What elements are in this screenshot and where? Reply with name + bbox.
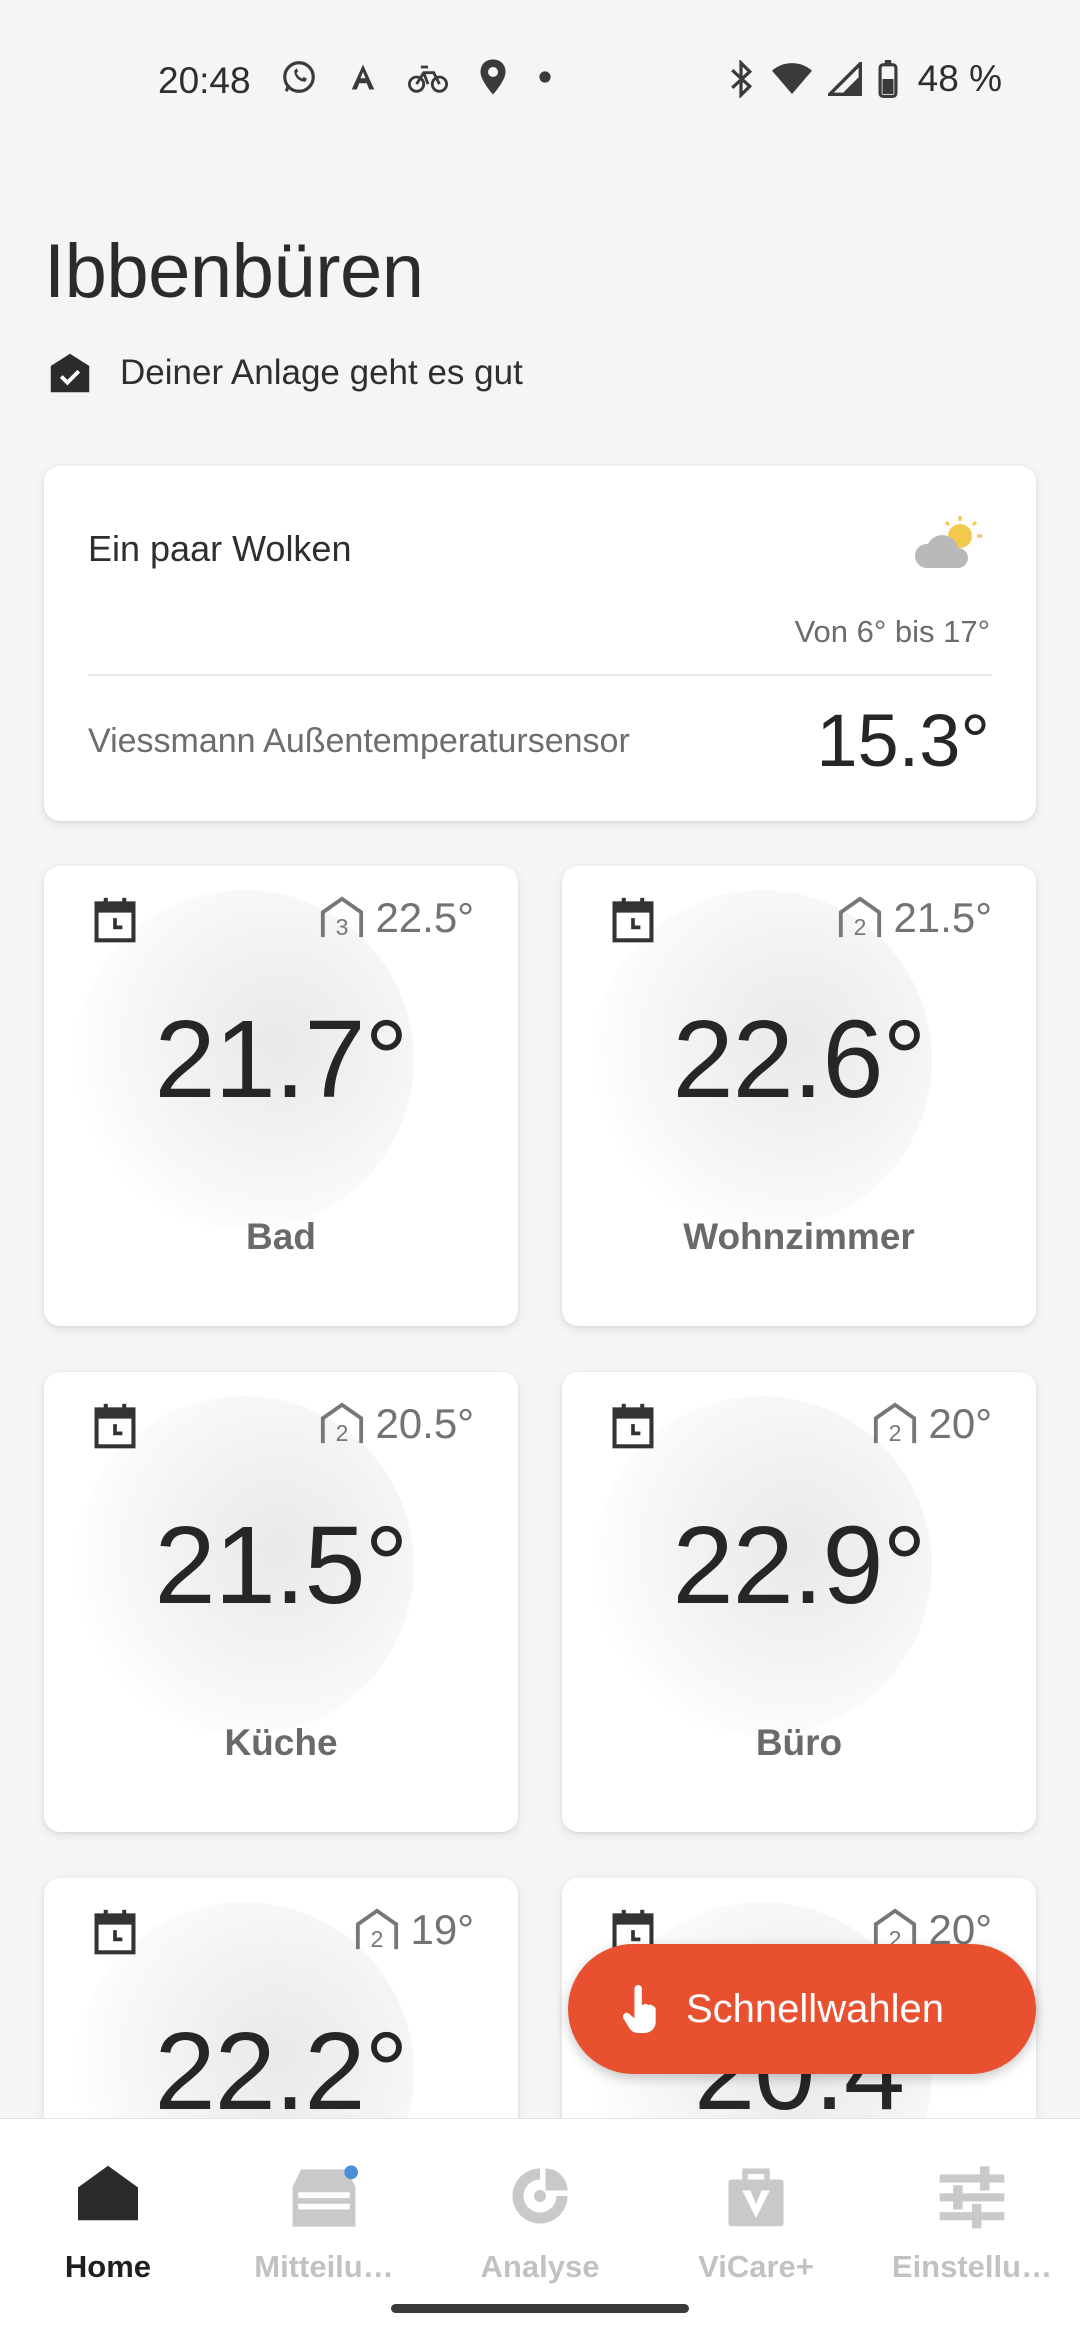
- nav-label: Home: [64, 2249, 152, 2284]
- room-tile[interactable]: 2 20° 22.9° Büro: [562, 1372, 1036, 1832]
- wifi-icon: [771, 63, 812, 94]
- target-temperature-value: 20.5°: [375, 1400, 474, 1447]
- battery-percentage: 48 %: [917, 58, 1002, 99]
- target-temperature: 3 22.5°: [319, 894, 474, 942]
- svg-text:2: 2: [371, 1926, 384, 1952]
- nav-item-home[interactable]: Home: [0, 2141, 216, 2284]
- nav-item-messages[interactable]: Mitteilu…: [216, 2141, 432, 2284]
- target-temperature-value: 22.5°: [375, 894, 474, 941]
- nav-item-vicare-plus[interactable]: ViCare+: [648, 2141, 864, 2284]
- heating-level-icon: 2: [874, 1402, 917, 1446]
- outdoor-temperature: 15.3°: [816, 699, 990, 782]
- app-screen: 20:48 48 % Ibbenbüren Deiner Anlage geht…: [0, 0, 1080, 2340]
- system-status[interactable]: Deiner Anlage geht es gut: [48, 352, 523, 394]
- analysis-icon: [512, 2168, 568, 2224]
- current-temperature: 21.7°: [154, 998, 408, 1121]
- quick-selection-button[interactable]: Schnellwahlen: [568, 1944, 1036, 2074]
- svg-text:3: 3: [336, 914, 349, 940]
- home-icon: [78, 2165, 138, 2221]
- page-title: Ibbenbüren: [44, 229, 424, 314]
- schedule-calendar-icon[interactable]: [610, 896, 656, 944]
- room-name: Büro: [755, 1722, 843, 1763]
- target-temperature: 2 19°: [354, 1906, 474, 1954]
- schedule-calendar-icon[interactable]: [92, 1402, 138, 1450]
- weather-condition: Ein paar Wolken: [88, 528, 352, 569]
- heating-level-icon: 2: [356, 1908, 399, 1952]
- nav-item-settings[interactable]: Einstellu…: [864, 2141, 1080, 2284]
- sliders-icon: [939, 2166, 1005, 2229]
- nav-item-analysis[interactable]: Analyse: [432, 2141, 648, 2284]
- heating-level-icon: 3: [321, 896, 364, 940]
- whatsapp-icon: [283, 61, 315, 93]
- status-bar: 20:48 48 %: [0, 0, 1080, 165]
- checkmark-house-icon: [50, 353, 90, 393]
- status-time: 20:48: [158, 60, 251, 101]
- schedule-calendar-icon[interactable]: [92, 1908, 138, 1956]
- room-tile[interactable]: 2 21.5° 22.6° Wohnzimmer: [562, 866, 1036, 1326]
- hand-pointer-icon: [622, 1985, 656, 2033]
- location-icon: [480, 59, 506, 95]
- signal-icon: [827, 62, 862, 96]
- room-name: Wohnzimmer: [683, 1216, 915, 1257]
- target-temperature: 2 20.5°: [319, 1400, 474, 1448]
- current-temperature: 21.5°: [154, 1504, 408, 1627]
- notification-badge: [344, 2165, 358, 2180]
- target-temperature: 2 20°: [872, 1400, 992, 1448]
- svg-text:2: 2: [889, 1420, 902, 1446]
- divider: [88, 674, 992, 676]
- nav-label: ViCare+: [698, 2249, 814, 2284]
- a-icon: [351, 64, 375, 90]
- schedule-calendar-icon[interactable]: [92, 896, 138, 944]
- home-gesture-bar[interactable]: [391, 2304, 689, 2313]
- temperature-range: Von 6° bis 17°: [794, 614, 990, 649]
- outdoor-sensor-label: Viessmann Außentemperatursensor: [88, 722, 630, 760]
- target-temperature-value: 20°: [928, 1400, 992, 1447]
- nav-label: Mitteilu…: [254, 2249, 394, 2284]
- bike-icon: [408, 65, 448, 93]
- notification-icons: [280, 58, 552, 96]
- svg-text:2: 2: [336, 1420, 349, 1446]
- room-name: Küche: [224, 1722, 338, 1763]
- room-tile[interactable]: 2 20.5° 21.5° Küche: [44, 1372, 518, 1832]
- system-status-text: Deiner Anlage geht es gut: [120, 353, 523, 392]
- current-temperature: 22.6°: [672, 998, 926, 1121]
- dot-icon: [539, 71, 551, 83]
- nav-label: Analyse: [480, 2249, 600, 2284]
- schedule-calendar-icon[interactable]: [610, 1402, 656, 1450]
- room-tile[interactable]: 3 22.5° 21.7° Bad: [44, 866, 518, 1326]
- current-temperature: 22.2°: [154, 2010, 408, 2133]
- heating-level-icon: 2: [839, 896, 882, 940]
- target-temperature-value: 21.5°: [893, 894, 992, 941]
- bluetooth-icon: [730, 60, 752, 98]
- bag-v-icon: [728, 2168, 784, 2227]
- battery-icon: [878, 60, 898, 98]
- system-icons: 48 %: [726, 58, 1002, 100]
- nav-label: Einstellu…: [891, 2249, 1053, 2284]
- partly-cloudy-icon: [914, 516, 982, 568]
- room-name: Bad: [246, 1216, 316, 1257]
- inbox-icon: [292, 2165, 358, 2227]
- heating-level-icon: 2: [321, 1402, 364, 1446]
- weather-card[interactable]: Ein paar Wolken Von 6° bis 17° Viessmann…: [44, 466, 1036, 821]
- svg-text:2: 2: [854, 914, 867, 940]
- current-temperature: 22.9°: [672, 1504, 926, 1627]
- target-temperature: 2 21.5°: [837, 894, 992, 942]
- quick-selection-label: Schnellwahlen: [686, 1986, 944, 2031]
- target-temperature-value: 19°: [410, 1906, 474, 1953]
